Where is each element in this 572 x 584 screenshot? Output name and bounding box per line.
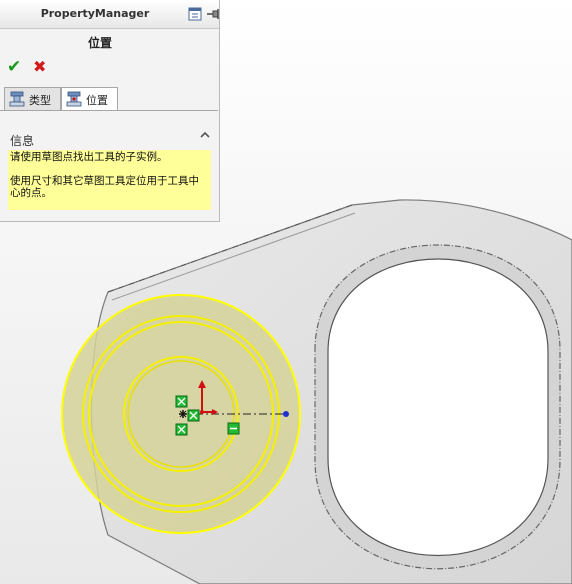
pin-icon[interactable] xyxy=(206,7,220,21)
property-manager-title: PropertyManager xyxy=(40,7,150,20)
info-message-box: 请使用草图点找出工具的子实例。 使用尺寸和其它草图工具定位用于工具中心的点。 xyxy=(8,150,211,210)
coincident-relation-icon[interactable] xyxy=(175,395,188,408)
property-manager-titlebar: PropertyManager xyxy=(0,0,219,29)
horizontal-relation-icon[interactable] xyxy=(227,422,240,435)
tab-position-label: 位置 xyxy=(86,94,108,107)
coincident-relation-icon[interactable] xyxy=(187,409,200,422)
coincident-relation-icon[interactable] xyxy=(175,423,188,436)
sketch-origin-icon xyxy=(179,410,187,418)
sketch-point-endpoint[interactable] xyxy=(283,411,289,417)
slot-cutout-inner xyxy=(327,258,549,557)
cancel-x-icon[interactable]: ✖ xyxy=(33,57,51,77)
tab-divider xyxy=(0,110,218,111)
info-message-line: 请使用草图点找出工具的子实例。 xyxy=(10,151,168,163)
collapse-chevron-icon[interactable] xyxy=(198,128,212,142)
tab-type[interactable]: 类型 xyxy=(4,87,61,111)
feature-title: 位置 xyxy=(87,36,112,50)
dock-panel-icon[interactable] xyxy=(188,7,202,21)
tab-position[interactable]: 位置 xyxy=(61,87,118,111)
info-message-line: 使用尺寸和其它草图工具定位用于工具中心的点。 xyxy=(10,175,199,199)
info-section-header[interactable]: 信息 xyxy=(10,132,34,149)
property-manager-panel: PropertyManager 位置 ✔ ✖ 类型 位置 信息 请使用草图点找出… xyxy=(0,0,220,222)
hole-type-icon xyxy=(9,91,25,107)
ok-check-icon[interactable]: ✔ xyxy=(7,57,25,77)
hole-position-icon xyxy=(66,91,82,107)
tab-type-label: 类型 xyxy=(29,94,51,107)
